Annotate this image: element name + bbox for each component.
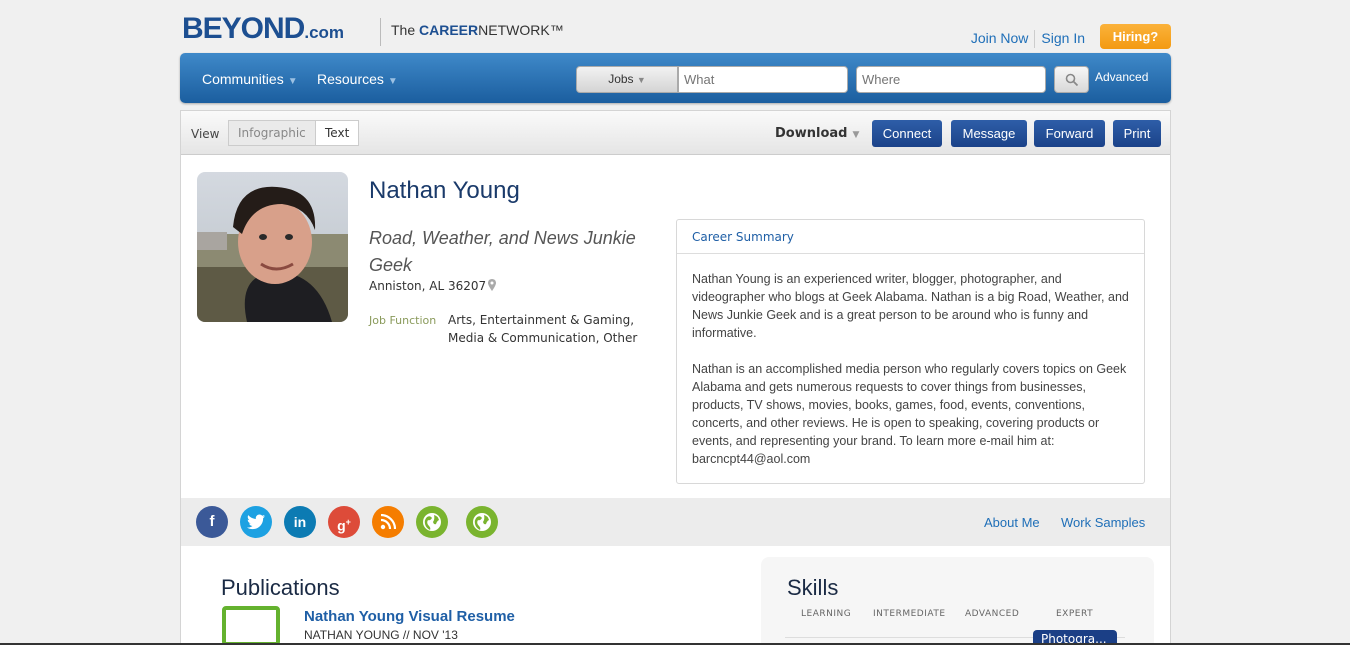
search-icon [1065,73,1079,87]
view-infographic-toggle[interactable]: Infographic [228,120,316,146]
skill-level-learning: LEARNING [801,609,852,619]
avatar [197,172,348,322]
skills-box: Skills LEARNING INTERMEDIATE ADVANCED EX… [761,557,1154,645]
skill-level-advanced: ADVANCED [965,609,1020,619]
what-search-input[interactable] [678,66,848,93]
career-summary-title: Career Summary [677,220,1144,254]
publication-meta: NATHAN YOUNG // NOV '13 [304,628,458,642]
about-me-link[interactable]: About Me [984,515,1040,530]
search-type-select[interactable]: Jobs ▼ [576,66,678,93]
view-text-toggle[interactable]: Text [315,120,360,146]
blog-icon[interactable] [372,506,404,538]
career-summary-body: Nathan Young is an experienced writer, b… [677,254,1144,468]
join-now-link[interactable]: Join Now [971,30,1029,46]
career-summary-paragraph: Nathan Young is an experienced writer, b… [692,272,1129,340]
website-icon[interactable] [466,506,498,538]
job-function-label: Job Function [369,314,437,327]
chevron-down-icon: ▼ [287,76,298,87]
forward-button[interactable]: Forward [1034,120,1105,147]
search-button[interactable] [1054,66,1089,93]
where-search-input[interactable] [856,66,1046,93]
facebook-icon[interactable]: f [196,506,228,538]
skills-heading: Skills [787,575,839,600]
download-menu[interactable]: Download ▼ [775,126,859,141]
connect-button[interactable]: Connect [872,120,942,147]
career-summary-paragraph: Nathan is an accomplished media person w… [692,362,1127,466]
profile-headline: Road, Weather, and News Junkie Geek [369,228,636,275]
map-pin-icon [488,279,497,294]
linkedin-icon[interactable]: in [284,506,316,538]
job-function-value: Arts, Entertainment & Gaming, Media & Co… [448,313,638,345]
hiring-button[interactable]: Hiring? [1100,24,1171,49]
account-links: Join Now Sign In [971,30,1085,49]
publication-title-link[interactable]: Nathan Young Visual Resume [304,608,515,625]
work-samples-link[interactable]: Work Samples [1061,515,1145,530]
advanced-search-link[interactable]: Advanced [1095,70,1148,84]
skill-level-intermediate: INTERMEDIATE [873,609,946,619]
profile-location: Anniston, AL 36207 [369,279,497,294]
main-navbar: Communities▼ Resources▼ Jobs ▼ Advanced [180,53,1171,103]
chevron-down-icon: ▼ [636,75,646,85]
link-separator [1034,30,1036,49]
site-header: BEYOND.com The CAREERNETWORK™ Join Now Si… [180,0,1171,52]
message-button[interactable]: Message [951,120,1027,147]
twitter-icon[interactable] [240,506,272,538]
profile-toolbar: View Infographic Text Download ▼ Connect … [181,111,1170,155]
resources-menu[interactable]: Resources ▼ [317,71,398,87]
chevron-down-icon: ▼ [387,76,398,87]
google-plus-icon[interactable]: g+ [328,506,360,538]
header-divider [380,18,381,46]
career-summary-box: Career Summary Nathan Young is an experi… [676,219,1145,484]
career-network-tagline: The CAREERNETWORK™ [391,22,564,38]
publication-thumbnail[interactable] [222,606,280,645]
publications-heading: Publications [221,575,340,600]
beyond-logo[interactable]: BEYOND.com [182,12,344,46]
sign-in-link[interactable]: Sign In [1041,30,1085,46]
social-bar: f in g+ About Me Work Samples [181,498,1170,546]
website-icon[interactable] [416,506,448,538]
view-label: View [191,127,220,141]
profile-name: Nathan Young [369,177,520,204]
chevron-down-icon: ▼ [852,130,860,140]
communities-menu[interactable]: Communities ▼ [202,71,298,87]
profile-panel: View Infographic Text Download ▼ Connect … [180,110,1171,645]
skill-level-expert: EXPERT [1056,609,1094,619]
print-button[interactable]: Print [1113,120,1161,147]
